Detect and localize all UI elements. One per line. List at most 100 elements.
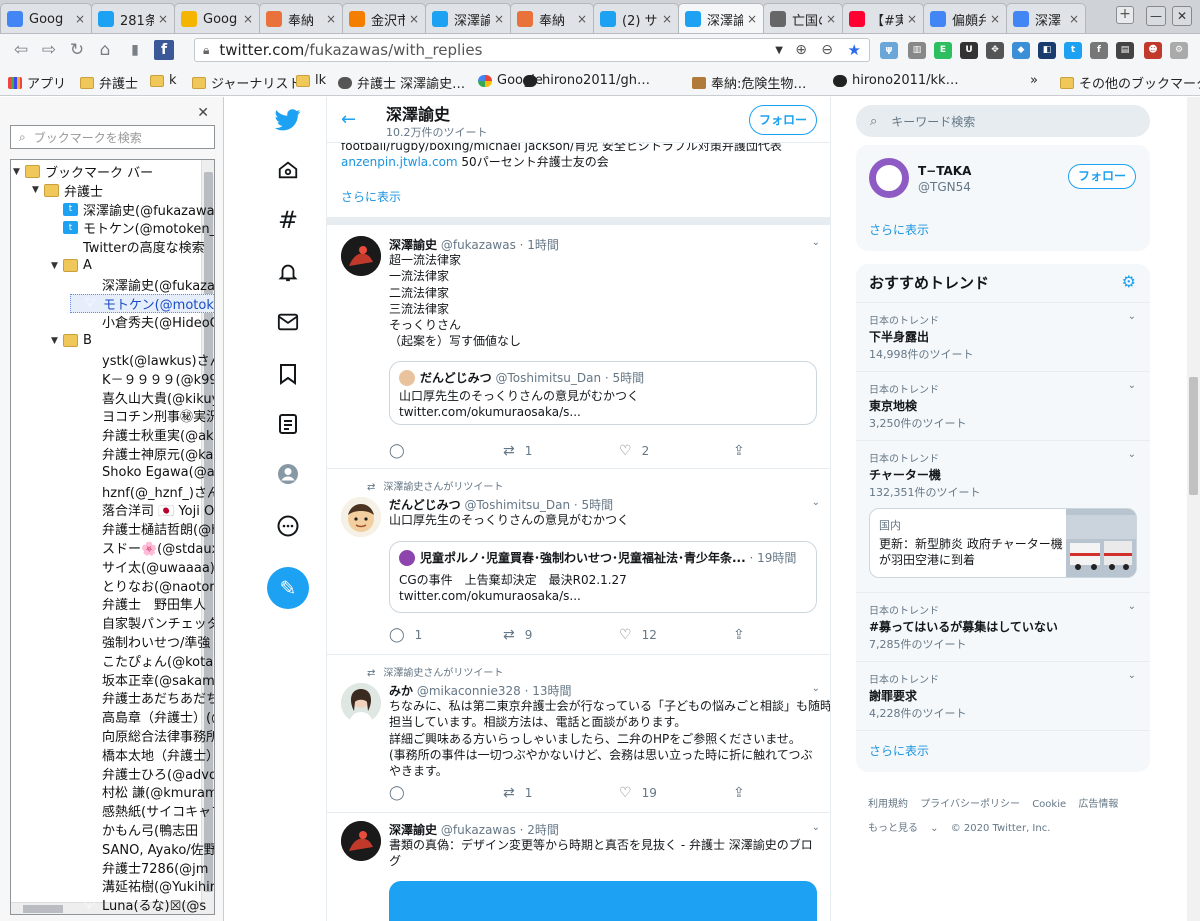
minimize-button[interactable]: —	[1146, 6, 1166, 26]
back-icon[interactable]: ⇦	[10, 40, 32, 60]
tweet[interactable]: ⇄ 深澤諭史さんがリツイート みか @mikaconnie328 · 13時間 ⌄…	[327, 655, 830, 813]
bookmark-entry[interactable]: 🐦︎ SANO, Ayako/佐野	[70, 839, 214, 858]
browser-tab[interactable]: 亡国の ×	[763, 3, 843, 33]
browser-tab[interactable]: 奉納 ×	[510, 3, 594, 33]
close-icon[interactable]: ×	[826, 12, 836, 26]
suggested-user-name[interactable]: T−TAKA	[918, 164, 971, 178]
zoom-in-icon[interactable]: ⊕	[795, 42, 807, 58]
chevron-down-icon[interactable]: ⌄	[1128, 670, 1136, 681]
browser-tab[interactable]: 深澤論 ×	[678, 3, 764, 33]
bookmark-entry[interactable]: 🐦︎ 弁護士樋詰哲朗(@hi	[70, 519, 214, 538]
bookmark-entry[interactable]: 🐦︎ かもん弓(鴨志田	[70, 820, 214, 839]
avatar[interactable]	[341, 683, 381, 723]
close-icon[interactable]: ×	[494, 12, 504, 26]
tweet[interactable]: 深澤諭史 @fukazawas · 2時間 ⌄ 書類の真偽：デザイン変更等から時…	[327, 813, 830, 921]
quoted-tweet[interactable]: だんどじみつ @Toshimitsu_Dan · 5時間 山口厚先生のそっくりさ…	[389, 361, 817, 425]
twitter-extension-icon[interactable]: t	[1064, 42, 1082, 59]
bookmark-item[interactable]: アプリ	[8, 73, 66, 92]
close-icon[interactable]: ×	[158, 12, 168, 26]
reply-button[interactable]: ◯ 1	[389, 627, 422, 643]
browser-tab[interactable]: 281条 ×	[91, 3, 175, 33]
tweet-author-name[interactable]: 深澤諭史	[389, 238, 437, 252]
bookmark-item[interactable]: ジャーナリスト	[192, 73, 301, 92]
reply-button[interactable]: ◯	[389, 785, 415, 801]
scrollbar-thumb[interactable]	[23, 905, 63, 913]
bookmark-entry[interactable]: 🐦︎ K－９９９９(@k9999	[70, 369, 214, 388]
avatar[interactable]	[341, 497, 381, 537]
bookmark-item[interactable]: 弁護士	[80, 73, 138, 92]
bookmark-item[interactable]: その他のブックマーク	[1060, 73, 1200, 92]
bookmark-item[interactable]: lk	[296, 73, 326, 88]
back-arrow-icon[interactable]: ←	[341, 109, 356, 130]
bookmark-entry[interactable]: 🐦︎ 弁護士7286(@jm	[70, 858, 214, 877]
bookmark-entry[interactable]: 🐦︎ スドー🌸(@stdaux	[70, 538, 214, 557]
footer-link-privacy[interactable]: プライバシーポリシー	[920, 799, 1020, 810]
avatar[interactable]	[341, 236, 381, 276]
tweet-time[interactable]: · 1時間	[520, 238, 559, 252]
browser-tab[interactable]: 奉納 ×	[259, 3, 343, 33]
share-button[interactable]: ⇪	[733, 443, 755, 459]
bookmark-item[interactable]: 奉納:危険生物…	[692, 73, 806, 92]
browser-tab[interactable]: 【#実 ×	[842, 3, 924, 33]
bookmark-entry[interactable]: 🐦︎ 坂本正幸(@sakamoto	[70, 670, 214, 689]
news-card[interactable]: 国内 更新：新型肺炎 政府チャーター機 が羽田空港に到着	[869, 508, 1137, 578]
chevron-down-icon[interactable]: ⌄	[1128, 311, 1136, 322]
footer-link-terms[interactable]: 利用規約	[868, 799, 908, 810]
retweet-button[interactable]: ⇄ 1	[503, 785, 532, 801]
bookmark-folder[interactable]: ▼ A	[51, 256, 214, 275]
close-icon[interactable]: ×	[326, 12, 336, 26]
suggested-user-handle[interactable]: @TGN54	[918, 180, 971, 194]
more-options-icon[interactable]	[275, 513, 301, 539]
bookmark-item[interactable]: hirono2011/gh…	[523, 73, 650, 88]
tweet-handle[interactable]: @mikaconnie328	[417, 684, 521, 698]
bookmark-search-input[interactable]: ⌕ ブックマークを検索	[10, 125, 215, 149]
bookmark-entry[interactable]: 🐦︎ 喜久山大貴(@kikuyama	[70, 388, 214, 407]
avatar[interactable]	[341, 821, 381, 861]
explore-hashtag-icon[interactable]: #	[275, 206, 301, 234]
like-button[interactable]: ♡ 12	[619, 627, 657, 643]
bookmark-entry[interactable]: 🐦︎ モトケン(@motoken_tw	[70, 293, 214, 313]
chevron-down-icon[interactable]: ▼	[775, 45, 783, 56]
tweet-time[interactable]: · 5時間	[574, 498, 613, 512]
like-button[interactable]: ♡ 2	[619, 443, 649, 459]
bookmark-entry[interactable]: 🐦︎ 弁護士秋重実(@aki	[70, 425, 214, 444]
lists-icon[interactable]	[275, 411, 301, 437]
tweet-time[interactable]: · 2時間	[520, 823, 559, 837]
trend-item[interactable]: 日本のトレンド 謝罪要求 4,228件のツイート ⌄	[856, 662, 1150, 731]
bookmark-entry[interactable]: 🐦︎ 落合洋司 🇯🇵 Yoji Ochiai	[70, 500, 214, 519]
chevron-down-icon[interactable]: ⌄	[812, 683, 820, 694]
bookmark-entry[interactable]: 🐦︎ 高島章（弁護士）(@	[70, 707, 214, 726]
footer-more-link[interactable]: もっと見る ⌄	[868, 823, 939, 834]
facebook-icon[interactable]: f	[154, 40, 174, 60]
share-button[interactable]: ⇪	[733, 627, 755, 643]
menu-icon[interactable]: ⚙	[1170, 42, 1188, 59]
extension-icon[interactable]: ψ	[880, 42, 898, 59]
retweet-button[interactable]: ⇄ 1	[503, 443, 532, 459]
bookmark-entry[interactable]: t 深澤諭史(@fukazawas	[51, 200, 214, 219]
tweet-author-name[interactable]: みか	[389, 684, 413, 698]
font-icon[interactable]: f	[1090, 42, 1108, 59]
bookmark-entry[interactable]: 🐦︎ こたぴょん(@kotapyon	[70, 651, 214, 670]
tweet-author-name[interactable]: だんどじみつ	[389, 498, 461, 512]
show-more-trends-link[interactable]: さらに表示	[869, 742, 929, 759]
profile-avatar-icon[interactable]	[275, 461, 301, 487]
bookmark-item[interactable]: 弁護士 深澤諭史…	[338, 73, 465, 92]
bookmark-entry[interactable]: 🐦︎ 溝延祐樹(@Yukihiro	[70, 876, 214, 895]
link-card-image[interactable]	[389, 881, 817, 921]
notifications-bell-icon[interactable]	[275, 259, 301, 285]
new-tab-button[interactable]: +	[1116, 6, 1134, 24]
close-window-button[interactable]: ✕	[1172, 6, 1192, 26]
share-button[interactable]: ⇪	[733, 785, 755, 801]
close-icon[interactable]: ×	[747, 12, 757, 26]
bookmark-item[interactable]: hirono2011/kk…	[833, 73, 959, 88]
bio-link[interactable]: anzenpin.jtwla.com	[341, 155, 458, 169]
bookmark-entry[interactable]: 🐦︎ 橋本太地（弁護士）	[70, 745, 214, 764]
zoom-out-icon[interactable]: ⊖	[821, 42, 833, 58]
page-scrollbar[interactable]	[1187, 97, 1200, 921]
close-icon[interactable]: ×	[1069, 12, 1079, 26]
close-icon[interactable]: ×	[75, 12, 85, 26]
bookmark-entry[interactable]: 🐦︎ 村松 謙(@kmuramatsu	[70, 782, 214, 801]
bookmark-entry[interactable]: 🐦︎ 自家製パンチェッタ	[70, 613, 214, 632]
quoted-tweet[interactable]: 児童ポルノ･児童買春･強制わいせつ･児童福祉法･青少年条... · 19時間 C…	[389, 541, 817, 613]
evernote-icon[interactable]: E	[934, 42, 952, 59]
